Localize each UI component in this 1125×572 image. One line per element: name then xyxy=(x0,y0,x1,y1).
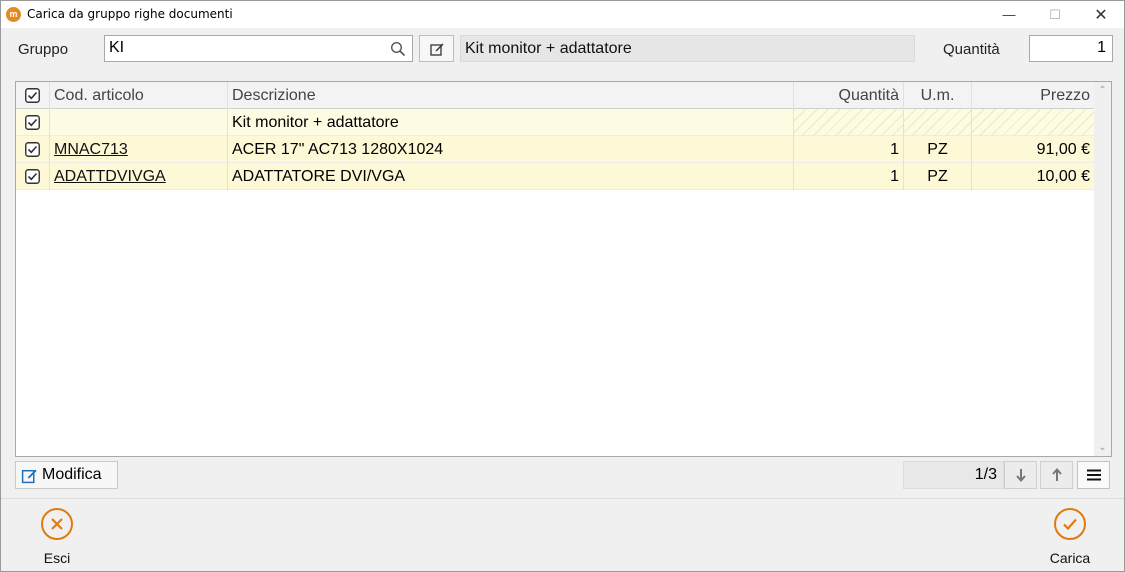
gruppo-input[interactable]: KI xyxy=(104,35,413,62)
quantita-label: Quantità xyxy=(943,41,1000,58)
modifica-button[interactable]: Modifica xyxy=(15,461,118,489)
qty-cell: 1 xyxy=(794,136,904,163)
header-prezzo[interactable]: Prezzo xyxy=(972,82,1094,109)
checkbox-checked-icon[interactable] xyxy=(25,88,40,103)
carica-label: Carica xyxy=(1049,550,1091,566)
grid-header: Cod. articolo Descrizione Quantità U.m. … xyxy=(16,82,1094,109)
qty-cell: 1 xyxy=(794,163,904,190)
price-cell: 10,00 € xyxy=(1036,168,1090,185)
modifica-label: Modifica xyxy=(42,466,102,483)
arrow-down-icon xyxy=(1015,469,1026,482)
header-quantita[interactable]: Quantità xyxy=(794,82,904,109)
close-button[interactable]: ✕ xyxy=(1078,1,1124,28)
checkbox-checked-icon[interactable] xyxy=(25,115,40,130)
select-all-cell[interactable] xyxy=(16,82,50,109)
group-cod-cell xyxy=(50,109,228,136)
header-cod-articolo[interactable]: Cod. articolo xyxy=(50,82,228,109)
row-checkbox-cell[interactable] xyxy=(16,109,50,136)
items-grid: Cod. articolo Descrizione Quantità U.m. … xyxy=(15,81,1112,457)
gruppo-label: Gruppo xyxy=(18,41,69,58)
group-qty-cell xyxy=(794,109,904,136)
esci-label: Esci xyxy=(43,550,71,566)
hamburger-menu-icon xyxy=(1086,469,1101,481)
header-descrizione[interactable]: Descrizione xyxy=(228,82,794,109)
row-checkbox-cell[interactable] xyxy=(16,163,50,190)
table-row[interactable]: ADATTDVIVGA ADATTATORE DVI/VGA 1 PZ 10,0… xyxy=(16,163,1094,190)
move-up-button[interactable] xyxy=(1040,461,1073,489)
header-um[interactable]: U.m. xyxy=(904,82,972,109)
title-bar: m Carica da gruppo righe documenti — ☐ ✕ xyxy=(1,1,1124,28)
desc-cell: ACER 17" AC713 1280X1024 xyxy=(228,136,794,163)
checkbox-checked-icon[interactable] xyxy=(25,169,40,184)
um-cell: PZ xyxy=(904,136,972,163)
quantita-input[interactable]: 1 xyxy=(1029,35,1113,62)
app-logo-icon: m xyxy=(6,7,21,22)
arrow-up-icon xyxy=(1051,468,1062,481)
footer-separator xyxy=(1,498,1124,499)
group-um-cell xyxy=(904,109,972,136)
edit-icon xyxy=(21,469,37,483)
article-code-link[interactable]: ADATTDVIVGA xyxy=(54,168,166,185)
scroll-up-icon[interactable]: ⌃ xyxy=(1094,82,1111,99)
menu-button[interactable] xyxy=(1077,461,1110,489)
scroll-down-icon[interactable]: ⌄ xyxy=(1094,439,1111,456)
group-desc-cell: Kit monitor + adattatore xyxy=(228,109,794,136)
search-icon[interactable] xyxy=(390,41,406,57)
window-title: Carica da gruppo righe documenti xyxy=(27,7,233,21)
move-down-button[interactable] xyxy=(1004,461,1037,489)
edit-group-button[interactable] xyxy=(419,35,454,62)
article-code-link[interactable]: MNAC713 xyxy=(54,141,128,158)
esci-button[interactable]: Esci xyxy=(17,506,97,566)
checkbox-checked-icon[interactable] xyxy=(25,142,40,157)
dialog-window: m Carica da gruppo righe documenti — ☐ ✕… xyxy=(0,0,1125,572)
maximize-button[interactable]: ☐ xyxy=(1032,1,1078,28)
page-indicator: 1/3 xyxy=(903,461,1004,489)
cancel-circle-icon xyxy=(41,508,73,540)
carica-button[interactable]: Carica xyxy=(1030,506,1110,566)
desc-cell: ADATTATORE DVI/VGA xyxy=(228,163,794,190)
cod-cell: MNAC713 xyxy=(50,136,228,163)
group-description-field: Kit monitor + adattatore xyxy=(460,35,915,62)
minimize-button[interactable]: — xyxy=(986,1,1032,28)
edit-icon xyxy=(429,43,443,56)
group-price-cell xyxy=(972,109,1094,136)
table-row[interactable]: MNAC713 ACER 17" AC713 1280X1024 1 PZ 91… xyxy=(16,136,1094,163)
group-row[interactable]: Kit monitor + adattatore xyxy=(16,109,1094,136)
price-cell: 91,00 € xyxy=(1036,141,1090,158)
um-cell: PZ xyxy=(904,163,972,190)
row-checkbox-cell[interactable] xyxy=(16,136,50,163)
check-circle-icon xyxy=(1054,508,1086,540)
vertical-scrollbar[interactable]: ⌃ ⌄ xyxy=(1094,82,1111,456)
cod-cell: ADATTDVIVGA xyxy=(50,163,228,190)
